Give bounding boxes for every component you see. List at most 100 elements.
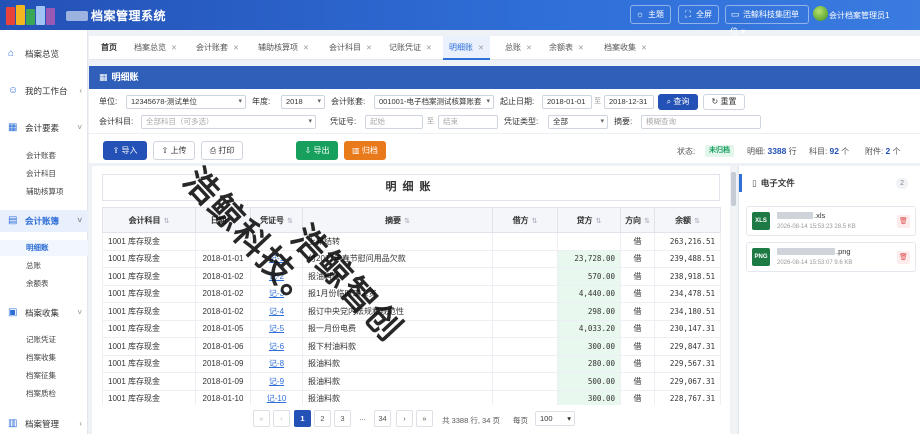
theme-button[interactable]: ☼ 主题	[630, 5, 671, 24]
page-3-button[interactable]: 3	[334, 410, 351, 427]
unit-switch-button[interactable]: ▭ 浩鲸科技集团单位 ▾	[725, 5, 809, 36]
table-row[interactable]: 1001 库存现金 2018-01-02 记-3 报1月份临时工工资 4,440.00 借…	[102, 284, 721, 303]
close-icon[interactable]: ✕	[526, 45, 532, 52]
cell-date: 2018-01-02	[195, 302, 251, 321]
table-row[interactable]: 1001 库存现金 2018-01-05 记-5 报一月份电费 4,033.20 借 230…	[102, 319, 721, 338]
table-row[interactable]: 1001 库存现金 2018-01-09 记-9 报油料款 500.00 借 229,067…	[102, 372, 721, 391]
archive-button[interactable]: ▥ 归档	[344, 141, 386, 160]
cell-voucher[interactable]: 记-4	[250, 302, 303, 321]
sidebar-item-books[interactable]: ▤ 会计账簿 ˅	[0, 210, 88, 232]
subject-select[interactable]: 全部科目（可多选） ▾	[141, 115, 316, 129]
sidebar-item-elements[interactable]: ▦ 会计要素 ˅	[0, 117, 88, 139]
tab-balance[interactable]: 余额表 ✕	[549, 36, 584, 60]
sidebar-sub-ledger-set[interactable]: 会计账套	[0, 148, 88, 164]
col-summary[interactable]: 摘要 ⇅	[302, 207, 493, 233]
per-page-select[interactable]: 100 ▾	[535, 411, 575, 426]
scrollbar-thumb[interactable]	[731, 172, 736, 206]
col-date[interactable]: 日期 ⇅	[195, 207, 251, 233]
col-credit[interactable]: 贷方 ⇅	[557, 207, 621, 233]
delete-icon[interactable]: 🗑	[897, 251, 910, 264]
col-voucher[interactable]: 凭证号 ⇅	[250, 207, 303, 233]
close-icon[interactable]: ✕	[303, 45, 309, 52]
tab-general-ledger[interactable]: 总账 ✕	[505, 36, 532, 60]
tab-ledger-set[interactable]: 会计账套 ✕	[196, 36, 239, 60]
close-icon[interactable]: ✕	[641, 45, 647, 52]
year-select[interactable]: 2018 ▾	[281, 95, 325, 109]
sidebar-item-workbench[interactable]: ☺ 我的工作台 ‹	[0, 80, 88, 102]
close-icon[interactable]: ✕	[171, 45, 177, 52]
sidebar-sub-detail-ledger[interactable]: 明细账	[0, 240, 88, 256]
close-icon[interactable]: ✕	[366, 45, 372, 52]
col-direction[interactable]: 方向 ⇅	[620, 207, 655, 233]
sidebar-sub-qc[interactable]: 档案质检	[0, 386, 88, 402]
close-icon[interactable]: ✕	[426, 45, 432, 52]
close-icon[interactable]: ✕	[578, 45, 584, 52]
voucher-from-input[interactable]: 起始	[365, 115, 423, 129]
upload-button[interactable]: ⇧ 上传	[153, 141, 195, 160]
ledger-scrollbar[interactable]	[731, 166, 736, 434]
file-card[interactable]: XLS .xls 2026-08-14 15:53:23 28.5 KB 🗑	[746, 206, 916, 236]
cell-voucher[interactable]: 记-1	[250, 249, 303, 268]
query-button[interactable]: ⌕ 查询	[658, 94, 698, 110]
col-debit[interactable]: 借方 ⇅	[492, 207, 558, 233]
cell-voucher[interactable]: 记-8	[250, 354, 303, 373]
table-row[interactable]: 1001 库存现金 2018-01-09 记-8 报油料款 280.00 借 229,567…	[102, 354, 721, 373]
summary-input[interactable]: 模糊查询	[641, 115, 761, 129]
col-balance[interactable]: 余额 ⇅	[654, 207, 721, 233]
reset-button[interactable]: ↻ 重置	[703, 94, 745, 110]
sidebar-sub-subject[interactable]: 会计科目	[0, 166, 88, 182]
sidebar-item-manage[interactable]: ▥ 档案管理 ‹	[0, 413, 88, 434]
sidebar-sub-general-ledger[interactable]: 总账	[0, 258, 88, 274]
page-1-button[interactable]: 1	[294, 410, 311, 427]
page-2-button[interactable]: 2	[314, 410, 331, 427]
tab-subject[interactable]: 会计科目 ✕	[329, 36, 372, 60]
table-row[interactable]: 1001 库存现金 2018-01-02 记-2 报油料款 570.00 借 238,918…	[102, 267, 721, 286]
avatar[interactable]	[813, 6, 828, 21]
unit-select[interactable]: 12345678-测试单位 ▾	[126, 95, 246, 109]
first-page-button[interactable]: «	[253, 410, 270, 427]
date-from-input[interactable]: 2018-01-01	[542, 95, 592, 109]
export-button[interactable]: ⇩ 导出	[296, 141, 338, 160]
print-button[interactable]: ⎙ 打印	[201, 141, 243, 160]
sidebar-sub-solicit[interactable]: 档案征集	[0, 368, 88, 384]
table-row[interactable]: 1001 库存现金 上年结转 借 263,216.51	[102, 232, 721, 251]
last-page-button[interactable]: »	[416, 410, 433, 427]
ledger-select[interactable]: 001001-电子档案测试核算账套 ▾	[374, 95, 494, 109]
prev-page-button[interactable]: ‹	[273, 410, 290, 427]
table-row[interactable]: 1001 库存现金 2018-01-06 记-6 报下村油料款 300.00 借 229,8…	[102, 337, 721, 356]
tab-collect[interactable]: 档案收集 ✕	[604, 36, 647, 60]
tab-overview[interactable]: 档案总览 ✕	[134, 36, 177, 60]
tab-home[interactable]: 首页	[101, 36, 117, 60]
date-to-input[interactable]: 2018-12-31	[604, 95, 654, 109]
sidebar-item-overview[interactable]: ⌂ 档案总览	[0, 43, 88, 65]
sidebar-sub-balance[interactable]: 余额表	[0, 276, 88, 292]
page-last-number-button[interactable]: 34	[374, 410, 391, 427]
table-row[interactable]: 1001 库存现金 2018-01-01 记-1 付2017年春节慰问用品欠款 23,7…	[102, 249, 721, 268]
cell-voucher[interactable]: 记-5	[250, 319, 303, 338]
cell-voucher[interactable]: 记-3	[250, 284, 303, 303]
sidebar-sub-collect[interactable]: 档案收集	[0, 350, 88, 366]
sidebar-sub-aux[interactable]: 辅助核算项	[0, 184, 88, 200]
col-subject[interactable]: 会计科目 ⇅	[102, 207, 196, 233]
voucher-to-input[interactable]: 结束	[438, 115, 498, 129]
close-icon[interactable]: ✕	[233, 45, 239, 52]
voucher-type-select[interactable]: 全部 ▾	[548, 115, 608, 129]
sidebar-item-collect[interactable]: ▣ 档案收集 ˅	[0, 302, 88, 324]
close-icon[interactable]: ✕	[478, 45, 484, 52]
cell-voucher[interactable]: 记-2	[250, 267, 303, 286]
file-name[interactable]: .xls	[777, 211, 825, 220]
sidebar-sub-voucher[interactable]: 记账凭证	[0, 332, 88, 348]
import-button[interactable]: ⇪ 导入	[103, 141, 147, 160]
cell-voucher[interactable]: 记-9	[250, 372, 303, 391]
tab-voucher[interactable]: 记账凭证 ✕	[389, 36, 432, 60]
tab-aux[interactable]: 辅助核算项 ✕	[258, 36, 309, 60]
file-name[interactable]: .png	[777, 247, 851, 256]
delete-icon[interactable]: 🗑	[897, 215, 910, 228]
cell-voucher[interactable]: 记-6	[250, 337, 303, 356]
next-page-button[interactable]: ›	[396, 410, 413, 427]
user-name[interactable]: 会计档案管理员1	[829, 10, 889, 21]
table-row[interactable]: 1001 库存现金 2018-01-02 记-4 报订中央党内法规和规范性 298.00…	[102, 302, 721, 321]
tab-detail-ledger[interactable]: 明细账 ✕	[443, 36, 490, 60]
file-card[interactable]: PNG .png 2026-08-14 15:53:07 9.6 KB 🗑	[746, 242, 916, 272]
fullscreen-button[interactable]: ⛶ 全屏	[678, 5, 719, 24]
